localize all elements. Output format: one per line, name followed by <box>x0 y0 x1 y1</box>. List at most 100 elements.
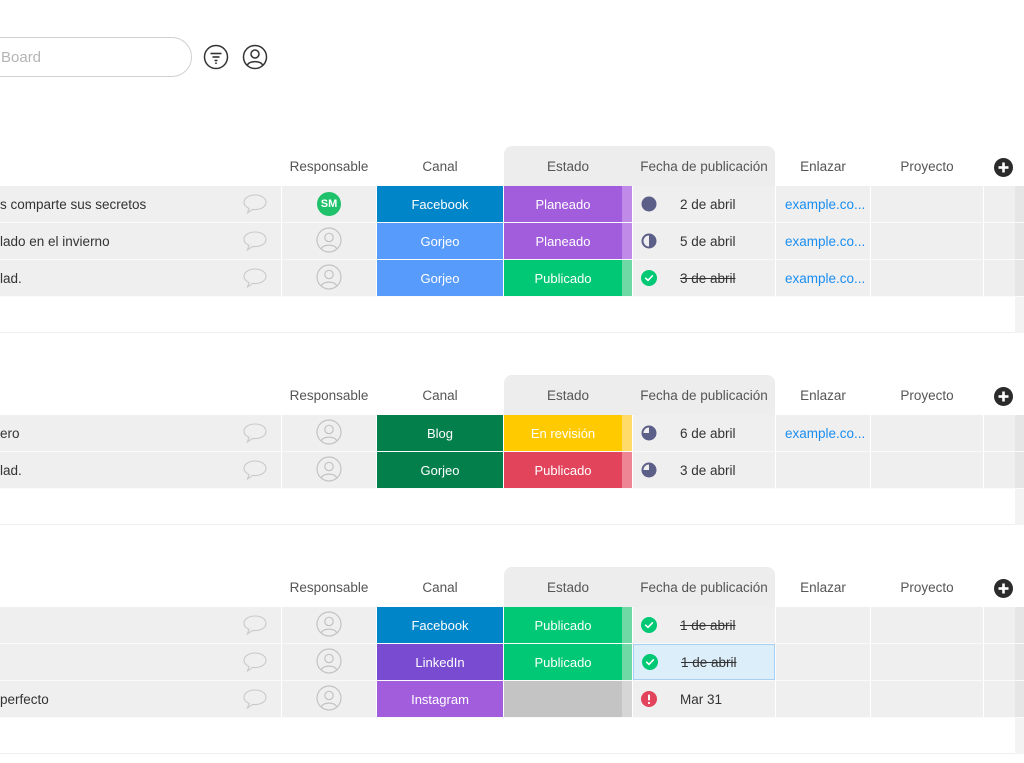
empty-person-icon[interactable] <box>316 455 342 485</box>
column-header-enlazar[interactable]: Enlazar <box>776 375 870 415</box>
comment-bubble-icon[interactable] <box>242 422 268 447</box>
link-text[interactable]: example.co... <box>785 197 865 212</box>
status-cell[interactable]: Publicado <box>504 607 622 643</box>
link-cell[interactable]: example.co... <box>776 260 870 296</box>
responsable-cell[interactable] <box>282 452 376 488</box>
status-cell[interactable]: En revisión <box>504 415 622 451</box>
link-text[interactable]: example.co... <box>785 426 865 441</box>
date-cell[interactable]: 1 de abril <box>633 607 775 643</box>
item-name-cell[interactable]: perfecto <box>0 681 281 717</box>
status-cell[interactable] <box>504 681 622 717</box>
status-cell[interactable]: Planeado <box>504 186 622 222</box>
responsable-cell[interactable] <box>282 223 376 259</box>
add-item-row[interactable] <box>0 489 1024 525</box>
status-cell[interactable]: Publicado <box>504 644 622 680</box>
column-header-fecha[interactable]: Fecha de publicación <box>633 375 775 415</box>
link-cell[interactable]: example.co... <box>776 223 870 259</box>
column-header-enlazar[interactable]: Enlazar <box>776 146 870 186</box>
empty-person-icon[interactable] <box>316 226 342 256</box>
comment-bubble-icon[interactable] <box>242 230 268 255</box>
link-cell[interactable]: example.co... <box>776 186 870 222</box>
project-cell[interactable] <box>871 607 983 643</box>
link-text[interactable]: example.co... <box>785 234 865 249</box>
project-cell[interactable] <box>871 681 983 717</box>
add-column-button[interactable] <box>994 579 1013 598</box>
item-name-cell[interactable]: lado en el invierno <box>0 223 281 259</box>
column-header-estado[interactable]: Estado <box>504 146 632 186</box>
empty-person-icon[interactable] <box>316 263 342 293</box>
canal-cell[interactable]: LinkedIn <box>377 644 503 680</box>
canal-cell[interactable]: Gorjeo <box>377 260 503 296</box>
item-name-cell[interactable]: ero <box>0 415 281 451</box>
person-filter-icon[interactable] <box>242 44 268 70</box>
project-cell[interactable] <box>871 452 983 488</box>
link-text[interactable]: example.co... <box>785 271 865 286</box>
canal-cell[interactable]: Blog <box>377 415 503 451</box>
column-header-canal[interactable]: Canal <box>377 146 503 186</box>
responsable-cell[interactable] <box>282 607 376 643</box>
empty-person-icon[interactable] <box>316 684 342 714</box>
responsable-cell[interactable] <box>282 681 376 717</box>
comment-bubble-icon[interactable] <box>242 459 268 484</box>
link-cell[interactable] <box>776 607 870 643</box>
date-cell[interactable]: 1 de abril <box>633 644 775 680</box>
empty-person-icon[interactable] <box>316 610 342 640</box>
responsable-cell[interactable] <box>282 644 376 680</box>
column-header-estado[interactable]: Estado <box>504 375 632 415</box>
column-header-responsable[interactable]: Responsable <box>282 567 376 607</box>
item-name-cell[interactable]: lad. <box>0 260 281 296</box>
empty-person-icon[interactable] <box>316 647 342 677</box>
comment-bubble-icon[interactable] <box>242 267 268 292</box>
item-name-cell[interactable]: lad. <box>0 452 281 488</box>
project-cell[interactable] <box>871 260 983 296</box>
date-cell[interactable]: 2 de abril <box>633 186 775 222</box>
column-header-responsable[interactable]: Responsable <box>282 146 376 186</box>
column-header-canal[interactable]: Canal <box>377 375 503 415</box>
filter-icon[interactable] <box>203 44 229 70</box>
canal-cell[interactable]: Gorjeo <box>377 223 503 259</box>
project-cell[interactable] <box>871 186 983 222</box>
column-header-proyecto[interactable]: Proyecto <box>871 375 983 415</box>
link-cell[interactable]: example.co... <box>776 415 870 451</box>
link-cell[interactable] <box>776 644 870 680</box>
date-cell[interactable]: Mar 31 <box>633 681 775 717</box>
column-header-fecha[interactable]: Fecha de publicación <box>633 567 775 607</box>
add-item-row[interactable] <box>0 718 1024 754</box>
add-item-row[interactable] <box>0 297 1024 333</box>
project-cell[interactable] <box>871 644 983 680</box>
status-cell[interactable]: Planeado <box>504 223 622 259</box>
link-cell[interactable] <box>776 452 870 488</box>
add-column-button[interactable] <box>994 387 1013 406</box>
column-header-proyecto[interactable]: Proyecto <box>871 146 983 186</box>
column-header-enlazar[interactable]: Enlazar <box>776 567 870 607</box>
comment-bubble-icon[interactable] <box>242 193 268 218</box>
avatar[interactable]: SM <box>317 192 341 216</box>
item-name-cell[interactable] <box>0 607 281 643</box>
status-cell[interactable]: Publicado <box>504 452 622 488</box>
date-cell[interactable]: 3 de abril <box>633 260 775 296</box>
comment-bubble-icon[interactable] <box>242 688 268 713</box>
date-cell[interactable]: 3 de abril <box>633 452 775 488</box>
canal-cell[interactable]: Instagram <box>377 681 503 717</box>
responsable-cell[interactable] <box>282 415 376 451</box>
item-name-cell[interactable] <box>0 644 281 680</box>
date-cell[interactable]: 5 de abril <box>633 223 775 259</box>
project-cell[interactable] <box>871 415 983 451</box>
comment-bubble-icon[interactable] <box>242 651 268 676</box>
link-cell[interactable] <box>776 681 870 717</box>
add-column-button[interactable] <box>994 158 1013 177</box>
column-header-responsable[interactable]: Responsable <box>282 375 376 415</box>
canal-cell[interactable]: Gorjeo <box>377 452 503 488</box>
canal-cell[interactable]: Facebook <box>377 186 503 222</box>
column-header-proyecto[interactable]: Proyecto <box>871 567 983 607</box>
canal-cell[interactable]: Facebook <box>377 607 503 643</box>
empty-person-icon[interactable] <box>316 418 342 448</box>
column-header-canal[interactable]: Canal <box>377 567 503 607</box>
item-name-cell[interactable]: s comparte sus secretos <box>0 186 281 222</box>
responsable-cell[interactable] <box>282 260 376 296</box>
date-cell[interactable]: 6 de abril <box>633 415 775 451</box>
search-board-input[interactable]: Board <box>0 37 192 77</box>
status-cell[interactable]: Publicado <box>504 260 622 296</box>
comment-bubble-icon[interactable] <box>242 614 268 639</box>
column-header-estado[interactable]: Estado <box>504 567 632 607</box>
